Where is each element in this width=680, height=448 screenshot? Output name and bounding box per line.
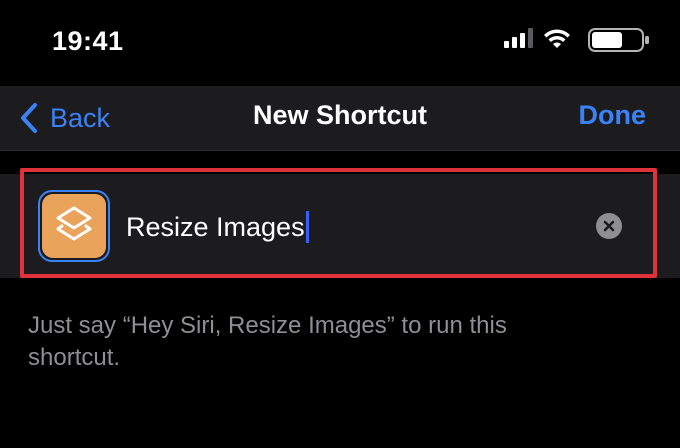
shortcut-name-value: Resize Images <box>126 211 305 242</box>
battery-icon <box>588 28 649 52</box>
shortcuts-layers-icon <box>42 194 106 258</box>
wifi-icon <box>544 29 570 48</box>
shortcut-name-input[interactable]: Resize Images <box>126 208 566 246</box>
shortcut-icon-button[interactable] <box>38 190 110 262</box>
status-bar: 19:41 <box>0 0 680 86</box>
text-caret <box>305 211 309 243</box>
done-button[interactable]: Done <box>579 100 647 131</box>
clear-text-button[interactable] <box>596 213 622 239</box>
status-time: 19:41 <box>52 26 124 56</box>
siri-hint-text: Just say “Hey Siri, Resize Images” to ru… <box>28 312 507 371</box>
cellular-signal-icon <box>504 28 533 48</box>
clear-x-icon <box>603 220 615 232</box>
navigation-bar: Back New Shortcut Done <box>0 86 680 151</box>
